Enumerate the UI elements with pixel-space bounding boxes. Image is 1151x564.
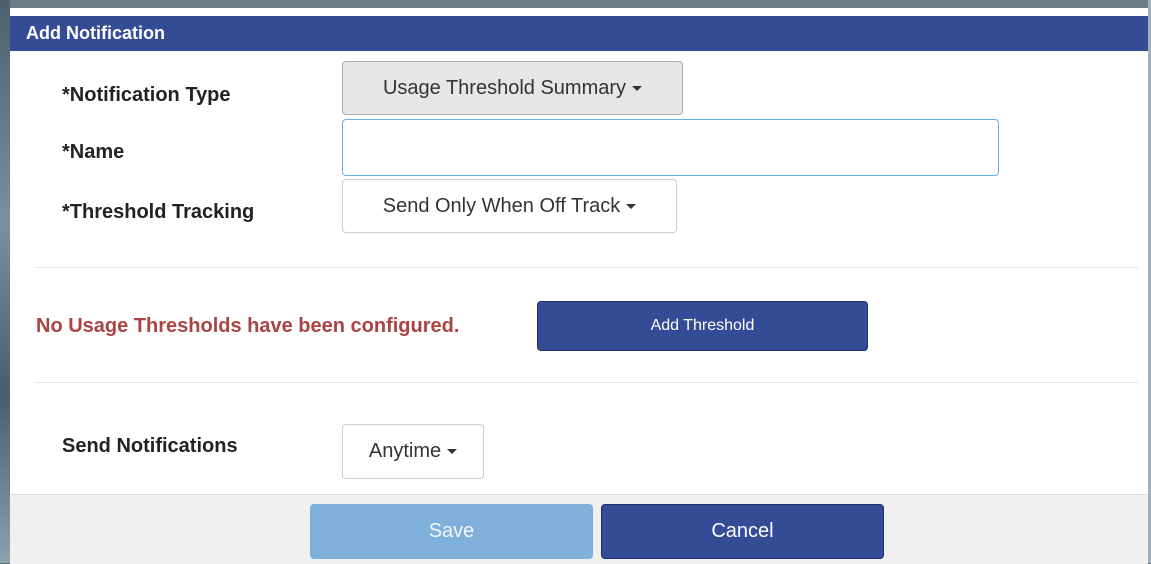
caret-down-icon: [632, 85, 643, 91]
notification-type-dropdown[interactable]: Usage Threshold Summary: [342, 61, 683, 115]
caret-down-icon: [626, 203, 637, 209]
threshold-tracking-label: *Threshold Tracking: [62, 201, 255, 223]
send-notifications-value: Anytime: [368, 440, 442, 462]
threshold-tracking-value: Send Only When Off Track: [382, 194, 621, 217]
threshold-tracking-dropdown[interactable]: Send Only When Off Track: [342, 179, 677, 233]
caret-down-icon: [447, 449, 458, 454]
modal-title: Add Notification: [10, 16, 1148, 51]
cancel-button[interactable]: Cancel: [601, 504, 884, 559]
section-divider: [35, 382, 1138, 383]
add-notification-modal: Add Notification *Notification Type Usag…: [10, 8, 1148, 564]
save-button[interactable]: Save: [310, 504, 593, 559]
add-threshold-button[interactable]: Add Threshold: [537, 301, 868, 351]
send-notifications-dropdown[interactable]: Anytime: [342, 424, 484, 479]
name-input[interactable]: [342, 119, 999, 176]
notification-type-value: Usage Threshold Summary: [382, 76, 627, 99]
page-backdrop-left: [0, 0, 10, 563]
no-thresholds-warning: No Usage Thresholds have been configured…: [36, 315, 460, 337]
name-label: *Name: [62, 141, 125, 163]
modal-footer: Save Cancel: [10, 494, 1148, 564]
notification-type-label: *Notification Type: [62, 84, 231, 106]
section-divider: [35, 267, 1138, 268]
send-notifications-label: Send Notifications: [62, 435, 238, 457]
